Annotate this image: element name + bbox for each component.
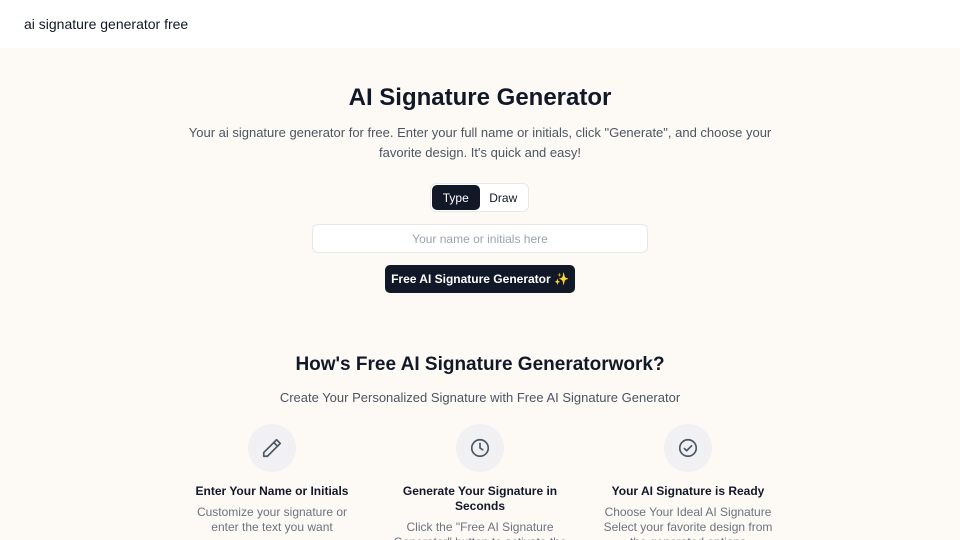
top-bar: ai signature generator free bbox=[0, 0, 960, 48]
mode-toggle: Type Draw bbox=[430, 183, 529, 212]
page-title: AI Signature Generator bbox=[348, 84, 612, 111]
generate-button[interactable]: Free AI Signature Generator ✨ bbox=[385, 265, 575, 293]
tab-type[interactable]: Type bbox=[432, 185, 480, 210]
how-it-works-subtitle: Create Your Personalized Signature with … bbox=[279, 390, 681, 405]
step-description: Choose Your Ideal AI Signature Select yo… bbox=[603, 505, 773, 540]
clock-icon bbox=[456, 424, 504, 472]
step-generate: Generate Your Signature in Seconds Click… bbox=[390, 424, 570, 540]
step-title: Your AI Signature is Ready bbox=[611, 484, 765, 498]
step-description: Customize your signature or enter the te… bbox=[196, 505, 348, 534]
name-input[interactable] bbox=[312, 224, 648, 253]
step-description: Click the "Free AI Signature Generator" … bbox=[393, 520, 566, 540]
pencil-icon bbox=[248, 424, 296, 472]
step-ready: Your AI Signature is Ready Choose Your I… bbox=[598, 424, 778, 540]
step-enter-name: Enter Your Name or Initials Customize yo… bbox=[182, 424, 362, 535]
step-title: Enter Your Name or Initials bbox=[195, 484, 349, 498]
check-circle-icon bbox=[664, 424, 712, 472]
hero-subtitle: Your ai signature generator for free. En… bbox=[188, 125, 772, 160]
brand-link[interactable]: ai signature generator free bbox=[24, 16, 188, 32]
step-title: Generate Your Signature in Seconds bbox=[402, 484, 558, 513]
tab-draw[interactable]: Draw bbox=[480, 185, 528, 210]
how-it-works-title: How's Free AI Signature Generatorwork? bbox=[295, 354, 665, 375]
